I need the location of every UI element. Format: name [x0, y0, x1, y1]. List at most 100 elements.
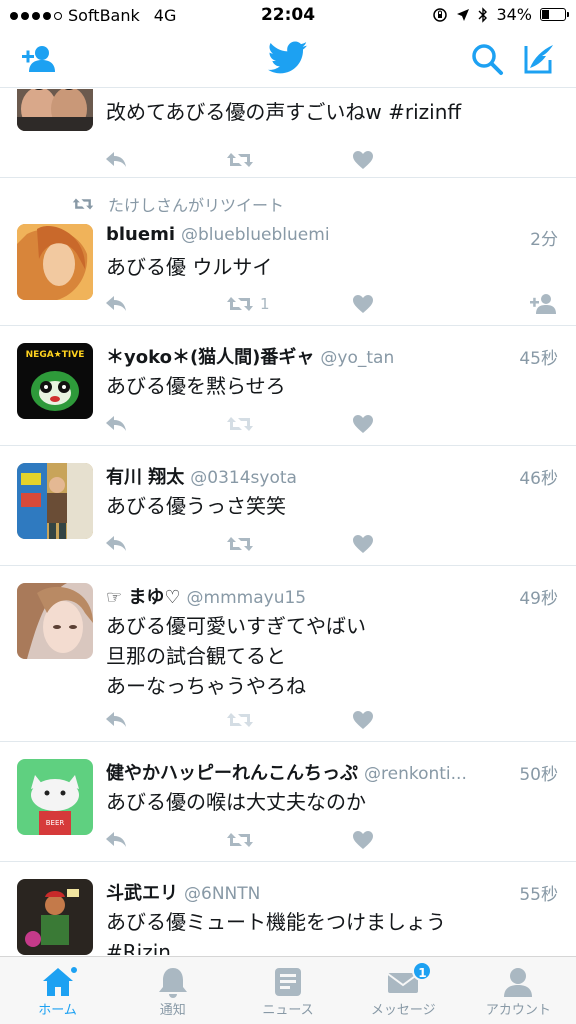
tab-news[interactable]: ニュース	[230, 957, 345, 1024]
like-icon[interactable]	[352, 148, 374, 172]
tab-label: メッセージ	[370, 1003, 436, 1018]
rotation-lock-icon	[433, 7, 448, 22]
user-handle[interactable]: @renkonti...	[364, 764, 467, 784]
tweet[interactable]: 斗武エリ @6NNTN 55秒 あびる優ミュート機能をつけましょう #Rizin	[0, 862, 576, 955]
user-handle[interactable]: @mmmayu15	[187, 588, 307, 608]
home-new-dot	[69, 965, 80, 975]
tab-messages[interactable]: 1 メッセージ	[346, 957, 461, 1024]
add-user-icon[interactable]	[20, 42, 56, 78]
tab-home[interactable]: ホーム	[0, 957, 115, 1024]
retweet-context-icon	[72, 198, 94, 210]
tab-label: 通知	[159, 1003, 186, 1018]
twitter-logo-icon[interactable]	[267, 40, 308, 80]
timeline-feed[interactable]: 改めてあびる優の声すごいねw #rizinff たけしさんがリツイート blue…	[0, 89, 576, 955]
tweet-time: 49秒	[519, 589, 558, 609]
avatar[interactable]	[17, 89, 93, 131]
status-bar: SoftBank 4G 22:04 34%	[0, 0, 576, 30]
battery-percent: 34%	[496, 5, 532, 24]
like-icon[interactable]	[352, 708, 374, 732]
tab-label: ホーム	[38, 1003, 77, 1018]
tweet-actions	[104, 708, 558, 734]
bluetooth-icon	[478, 6, 488, 23]
tweet-text: あびる優可愛いすぎてやばい 旦那の試合観てると あーなっちゃうやろね	[106, 614, 366, 698]
avatar[interactable]	[17, 224, 93, 300]
tweet[interactable]: 有川 翔太 @0314syota 46秒 あびる優うっさ笑笑	[0, 446, 576, 566]
battery-icon	[540, 8, 569, 21]
user-name[interactable]: 有川 翔太	[106, 467, 184, 488]
like-icon[interactable]	[352, 292, 374, 316]
tweet-actions	[104, 148, 558, 174]
user-name[interactable]: ☞ まゆ♡	[106, 587, 181, 608]
bell-icon	[156, 965, 190, 999]
retweet-icon[interactable]	[226, 532, 254, 556]
user-handle[interactable]: @yo_tan	[320, 348, 394, 368]
like-icon[interactable]	[352, 532, 374, 556]
like-icon[interactable]	[352, 412, 374, 436]
tweet[interactable]: BEER 健やかハッピーれんこんちっぷ @renkonti... 50秒 あびる優…	[0, 742, 576, 862]
user-name[interactable]: bluemi	[106, 224, 175, 245]
reply-icon[interactable]	[104, 292, 128, 316]
user-name[interactable]: ＊yoko＊(猫人間)番ギャ	[106, 347, 314, 368]
tweet-actions	[104, 828, 558, 854]
messages-badge: 1	[412, 961, 433, 981]
retweet-icon[interactable]	[226, 412, 254, 436]
tweet-actions: 1	[104, 292, 558, 318]
tab-label: アカウント	[485, 1003, 551, 1018]
like-icon[interactable]	[352, 828, 374, 852]
tweet-text: 改めてあびる優の声すごいねw #rizinff	[106, 100, 462, 124]
tweet-time: 2分	[530, 230, 558, 250]
avatar[interactable]: BEER	[17, 759, 93, 835]
user-handle[interactable]: @bluebluebluemi	[181, 225, 330, 245]
retweet-count: 1	[260, 295, 270, 313]
tweet-time: 55秒	[519, 885, 558, 905]
reply-icon[interactable]	[104, 828, 128, 852]
svg-text:NEGA★TIVE: NEGA★TIVE	[26, 350, 85, 360]
tweet-header: 有川 翔太 @0314syota	[106, 463, 558, 489]
reply-icon[interactable]	[104, 412, 128, 436]
user-name[interactable]: 斗武エリ	[106, 883, 178, 904]
tweet-text: あびる優の喉は大丈夫なのか	[106, 790, 366, 814]
user-handle[interactable]: @6NNTN	[184, 884, 260, 904]
tweet[interactable]: 改めてあびる優の声すごいねw #rizinff	[0, 89, 576, 178]
retweet-context: たけしさんがリツイート	[72, 192, 558, 216]
tab-notifications[interactable]: 通知	[115, 957, 230, 1024]
avatar[interactable]	[17, 583, 93, 659]
tweet[interactable]: たけしさんがリツイート bluemi @bluebluebluemi 2分 あびる…	[0, 178, 576, 326]
avatar[interactable]	[17, 879, 93, 955]
tweet-header: ＊yoko＊(猫人間)番ギャ @yo_tan	[106, 343, 558, 369]
retweet-icon[interactable]	[226, 708, 254, 732]
tab-account[interactable]: アカウント	[461, 957, 576, 1024]
reply-icon[interactable]	[104, 532, 128, 556]
tweet-header: ☞ まゆ♡ @mmmayu15	[106, 583, 558, 609]
user-handle[interactable]: @0314syota	[190, 468, 297, 488]
svg-text:BEER: BEER	[46, 819, 65, 827]
retweet-button[interactable]: 1	[226, 292, 270, 316]
tweet-text: あびる優ミュート機能をつけましょう #Rizin	[106, 910, 446, 955]
tweet-time: 45秒	[519, 349, 558, 369]
tweet[interactable]: NEGA★TIVE ＊yoko＊(猫人間)番ギャ @yo_tan 45秒 あびる優…	[0, 326, 576, 446]
reply-icon[interactable]	[104, 708, 128, 732]
compose-icon[interactable]	[522, 42, 558, 78]
reply-icon[interactable]	[104, 148, 128, 172]
news-icon	[271, 965, 305, 999]
tweet-actions	[104, 532, 558, 558]
search-icon[interactable]	[470, 42, 506, 78]
tweet-text: あびる優 ウルサイ	[106, 255, 273, 279]
avatar[interactable]: NEGA★TIVE	[17, 343, 93, 419]
tab-label: ニュース	[262, 1003, 314, 1018]
avatar[interactable]	[17, 463, 93, 539]
retweet-icon[interactable]	[226, 828, 254, 852]
user-name[interactable]: 健やかハッピーれんこんちっぷ	[106, 763, 358, 784]
tweet-actions	[104, 412, 558, 438]
person-icon	[501, 965, 535, 999]
retweet-icon[interactable]	[226, 148, 254, 172]
tweet-time: 46秒	[519, 469, 558, 489]
tweet[interactable]: ☞ まゆ♡ @mmmayu15 49秒 あびる優可愛いすぎてやばい 旦那の試合観て…	[0, 566, 576, 742]
retweet-icon	[227, 297, 253, 311]
status-right: 34%	[432, 5, 569, 24]
nav-bar	[0, 30, 576, 88]
follow-icon[interactable]	[530, 292, 558, 316]
battery-fill	[542, 10, 549, 19]
location-icon	[457, 8, 470, 21]
tweet-header: 健やかハッピーれんこんちっぷ @renkonti...	[106, 759, 496, 785]
